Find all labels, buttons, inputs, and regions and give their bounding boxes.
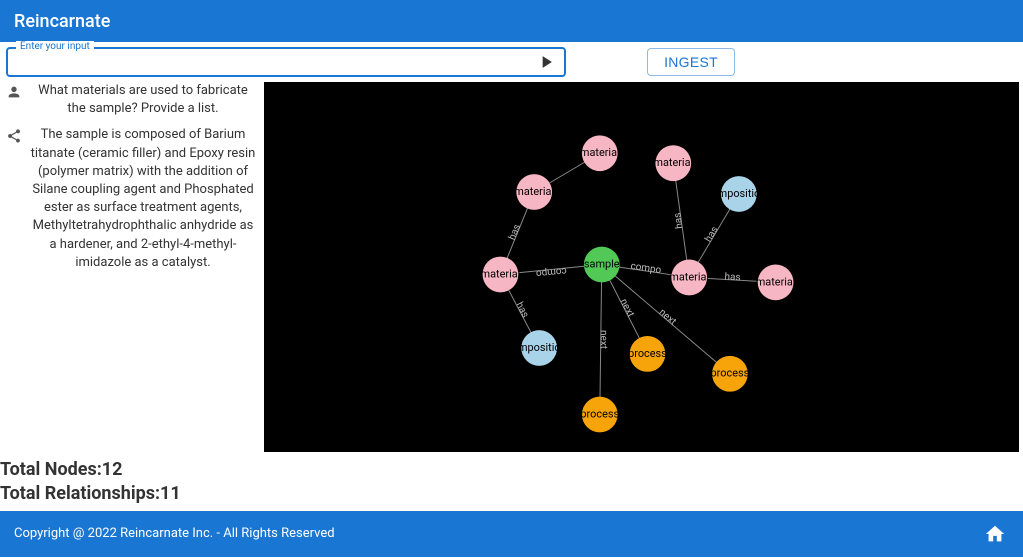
assistant-message-row: The sample is composed of Barium titanat…: [6, 126, 256, 272]
graph-canvas[interactable]: compocompohashashashashasnextnextnextsam…: [264, 82, 1019, 452]
graph-node-label: material: [514, 185, 554, 198]
user-message-text: What materials are used to fabricate the…: [30, 82, 256, 118]
main-area: What materials are used to fabricate the…: [0, 82, 1023, 452]
graph-node-label: process: [628, 347, 667, 360]
ingest-button[interactable]: INGEST: [647, 48, 735, 76]
total-rels-value: 11: [160, 483, 181, 504]
graph-node-label: sample: [584, 257, 620, 270]
graph-edge-label: compo: [535, 265, 567, 279]
graph-node-label: material: [481, 267, 521, 280]
graph-node-label: material: [653, 156, 693, 169]
graph-edge-label: has: [724, 271, 741, 283]
total-nodes-label: Total Nodes:: [0, 459, 102, 480]
input-label: Enter your input: [16, 41, 94, 52]
user-message-row: What materials are used to fabricate the…: [6, 82, 256, 118]
graph-node-label: material: [669, 270, 709, 283]
graph-edge-label: next: [618, 297, 636, 319]
graph-edge-label: next: [598, 330, 609, 349]
chat-column: What materials are used to fabricate the…: [4, 82, 258, 452]
total-rels-line: Total Relationships:11: [0, 482, 1023, 506]
assistant-message-text: The sample is composed of Barium titanat…: [30, 126, 256, 272]
graph-edge-label: compo: [630, 261, 662, 276]
graph-edge-label: next: [657, 307, 679, 328]
graph-panel[interactable]: compocompohashashashashasnextnextnextsam…: [264, 82, 1019, 452]
graph-node-label: omposition: [711, 187, 766, 200]
top-row: Enter your input INGEST: [0, 42, 1023, 82]
person-icon: [6, 82, 24, 118]
play-icon[interactable]: [532, 50, 560, 74]
app-bar: Reincarnate: [0, 0, 1023, 42]
stats-block: Total Nodes:12 Total Relationships:11: [0, 452, 1023, 511]
graph-edge-label: has: [672, 212, 685, 229]
footer: Copyright @ 2022 Reincarnate Inc. - All …: [0, 511, 1023, 557]
graph-node-label: material: [580, 146, 620, 159]
graph-node-label: omposition: [512, 341, 567, 354]
input-container: Enter your input: [6, 47, 566, 77]
graph-node-label: process: [580, 407, 619, 420]
app-title: Reincarnate: [14, 11, 110, 32]
footer-copyright: Copyright @ 2022 Reincarnate Inc. - All …: [14, 526, 335, 541]
graph-edge-label: has: [513, 300, 530, 319]
graph-node-label: process: [711, 367, 750, 380]
main-input[interactable]: [12, 52, 532, 72]
home-icon[interactable]: [981, 520, 1009, 548]
total-nodes-value: 12: [102, 459, 123, 480]
graph-node-label: material: [756, 275, 796, 288]
graph-edge-label: has: [703, 225, 721, 244]
share-icon: [6, 126, 24, 272]
total-rels-label: Total Relationships:: [0, 483, 160, 504]
total-nodes-line: Total Nodes:12: [0, 458, 1023, 482]
